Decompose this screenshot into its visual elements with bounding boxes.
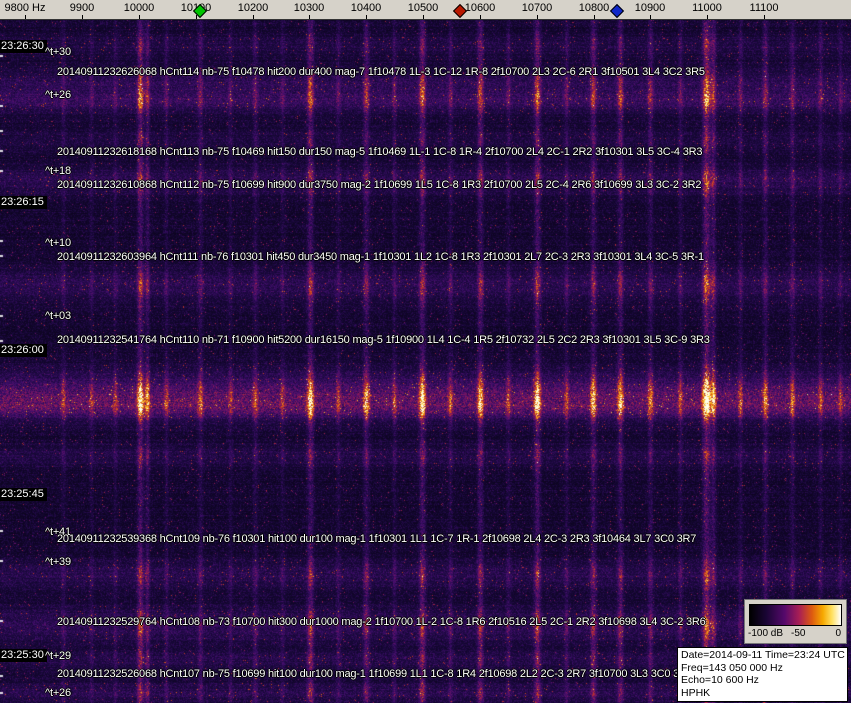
db-scale-mid-label: -50 — [791, 628, 806, 639]
freq-tick-label: 10400 — [350, 2, 382, 14]
freq-tick-label: 10500 — [407, 2, 439, 14]
freq-tick-label: 9900 — [69, 2, 95, 14]
info-station-id: HPHK — [681, 686, 711, 699]
freq-tick-mark — [707, 15, 708, 19]
freq-tick-label: 10800 — [578, 2, 610, 14]
freq-tick-label: 10900 — [634, 2, 666, 14]
freq-tick-label: 10300 — [293, 2, 325, 14]
spectrogram-canvas — [0, 20, 851, 703]
freq-tick-label: 11100 — [749, 2, 779, 14]
freq-tick-label: 10600 — [464, 2, 496, 14]
freq-tick-mark — [25, 15, 26, 19]
freq-tick-label: 11000 — [692, 2, 722, 14]
color-gradient-bar — [749, 604, 842, 626]
freq-tick-mark — [537, 15, 538, 19]
freq-tick-mark — [594, 15, 595, 19]
meteor-echo-spectrogram-window: 9800 Hz990010000101001020010300104001050… — [0, 0, 851, 703]
info-date-time: Date=2014-09-11 Time=23:24 UTC — [681, 649, 845, 661]
info-frequency: Freq=143 050 000 Hz — [681, 661, 783, 674]
freq-tick-label: 10200 — [237, 2, 269, 14]
frequency-ruler: 9800 Hz990010000101001020010300104001050… — [0, 0, 851, 20]
freq-tick-mark — [82, 15, 83, 19]
freq-tick-mark — [366, 15, 367, 19]
freq-tick-mark — [764, 15, 765, 19]
freq-tick-mark — [253, 15, 254, 19]
freq-tick-mark — [650, 15, 651, 19]
db-scale-legend: -100 dB -50 0 — [744, 599, 847, 644]
info-echo: Echo=10 600 Hz — [681, 674, 759, 686]
freq-tick-label: 10700 — [521, 2, 553, 14]
db-scale-max-label: 0 — [835, 628, 841, 639]
freq-tick-mark — [139, 15, 140, 19]
blue-freq-marker[interactable] — [609, 3, 625, 19]
freq-tick-mark — [480, 15, 481, 19]
freq-tick-mark — [309, 15, 310, 19]
freq-tick-label: 10000 — [123, 2, 155, 14]
freq-tick-mark — [423, 15, 424, 19]
info-panel: Date=2014-09-11 Time=23:24 UTC Freq=143 … — [677, 647, 848, 702]
freq-tick-label: 9800 Hz — [4, 2, 46, 14]
db-scale-min-label: -100 dB — [748, 628, 784, 639]
